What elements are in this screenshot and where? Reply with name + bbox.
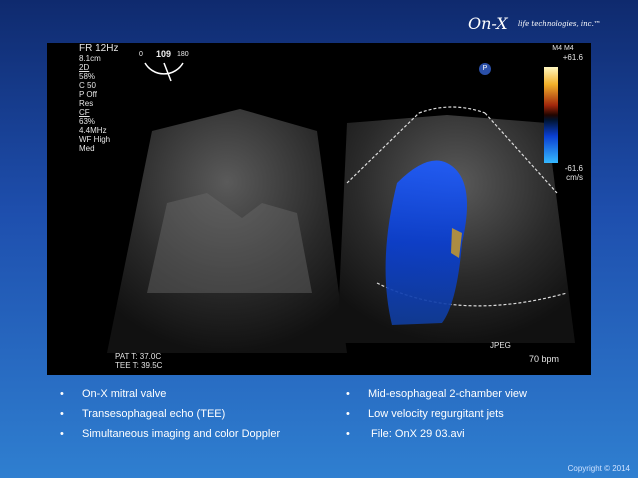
logo-tagline: life technologies, inc.™	[518, 20, 601, 28]
on-x-logo: On-X life technologies, inc.™	[468, 8, 618, 44]
angle-value: 109	[156, 49, 172, 59]
list-item-text: On-X mitral valve	[82, 388, 167, 400]
velocity-unit: cm/s	[566, 173, 583, 182]
resolution: Res	[79, 99, 94, 108]
list-item: • Simultaneous imaging and color Doppler	[60, 424, 280, 444]
velocity-min: -61.6	[564, 164, 583, 173]
velocity-color-bar	[544, 67, 558, 163]
cf-gain: 63%	[79, 117, 96, 126]
bullet-icon: •	[346, 388, 350, 400]
wall-filter: WF High	[79, 135, 111, 144]
bullet-icon: •	[346, 408, 350, 420]
persistence: P Off	[79, 90, 97, 99]
list-item: • Transesophageal echo (TEE)	[60, 404, 280, 424]
angle-min: 0	[139, 51, 143, 58]
mode-2d: 2D	[79, 63, 90, 72]
compression: C 50	[79, 81, 96, 90]
list-item-text: Mid-esophageal 2-chamber view	[368, 388, 527, 400]
angle-max: 180	[177, 51, 189, 58]
bullet-icon: •	[60, 428, 64, 440]
velocity-min-block: -61.6 cm/s	[543, 164, 583, 182]
echo-settings: FR 12Hz 8.1cm 2D 58% C 50 P Off Res CF 6…	[79, 43, 118, 153]
list-item: • Low velocity regurgitant jets	[346, 404, 527, 424]
list-item-text: File: OnX 29 03.avi	[368, 428, 465, 440]
format-label: JPEG	[490, 341, 511, 350]
probe-temp: TEE T: 39.5C	[115, 361, 163, 370]
bullet-list-left: • On-X mitral valve • Transesophageal echo…	[60, 384, 280, 444]
bullet-icon: •	[60, 408, 64, 420]
temperature-readout: PAT T: 37.0C TEE T: 39.5C	[115, 352, 162, 370]
probe-marker: P	[479, 63, 491, 75]
frame-rate: FR 12Hz	[79, 43, 119, 54]
velocity-max: +61.6	[562, 53, 583, 62]
bullet-icon: •	[346, 428, 350, 440]
mode-cf: CF	[79, 108, 90, 117]
list-item-text: Transesophageal echo (TEE)	[82, 408, 226, 420]
gain: 58%	[79, 72, 96, 81]
list-item: • Mid-esophageal 2-chamber view	[346, 384, 527, 404]
depth: 8.1cm	[79, 54, 101, 63]
frequency: 4.4MHz	[79, 126, 107, 135]
copyright: Copyright © 2014	[567, 464, 630, 473]
list-item: • File: OnX 29 03.avi	[346, 424, 527, 444]
bullet-list-right: • Mid-esophageal 2-chamber view • Low velo…	[346, 384, 527, 444]
echo-image: FR 12Hz 8.1cm 2D 58% C 50 P Off Res CF 6…	[47, 43, 591, 375]
scale-label: M4 M4	[552, 45, 574, 52]
echo-sector-graphics	[107, 106, 575, 353]
list-item-text: Simultaneous imaging and color Doppler	[82, 428, 281, 440]
bullet-icon: •	[60, 388, 64, 400]
heart-rate: 70 bpm	[529, 354, 560, 364]
list-item-text: Low velocity regurgitant jets	[368, 408, 504, 420]
smoothing: Med	[79, 144, 95, 153]
probe-angle-indicator: 0 109 180	[139, 49, 189, 89]
patient-temp: PAT T: 37.0C	[115, 352, 162, 361]
logo-brand: On-X	[468, 14, 508, 33]
list-item: • On-X mitral valve	[60, 384, 280, 404]
